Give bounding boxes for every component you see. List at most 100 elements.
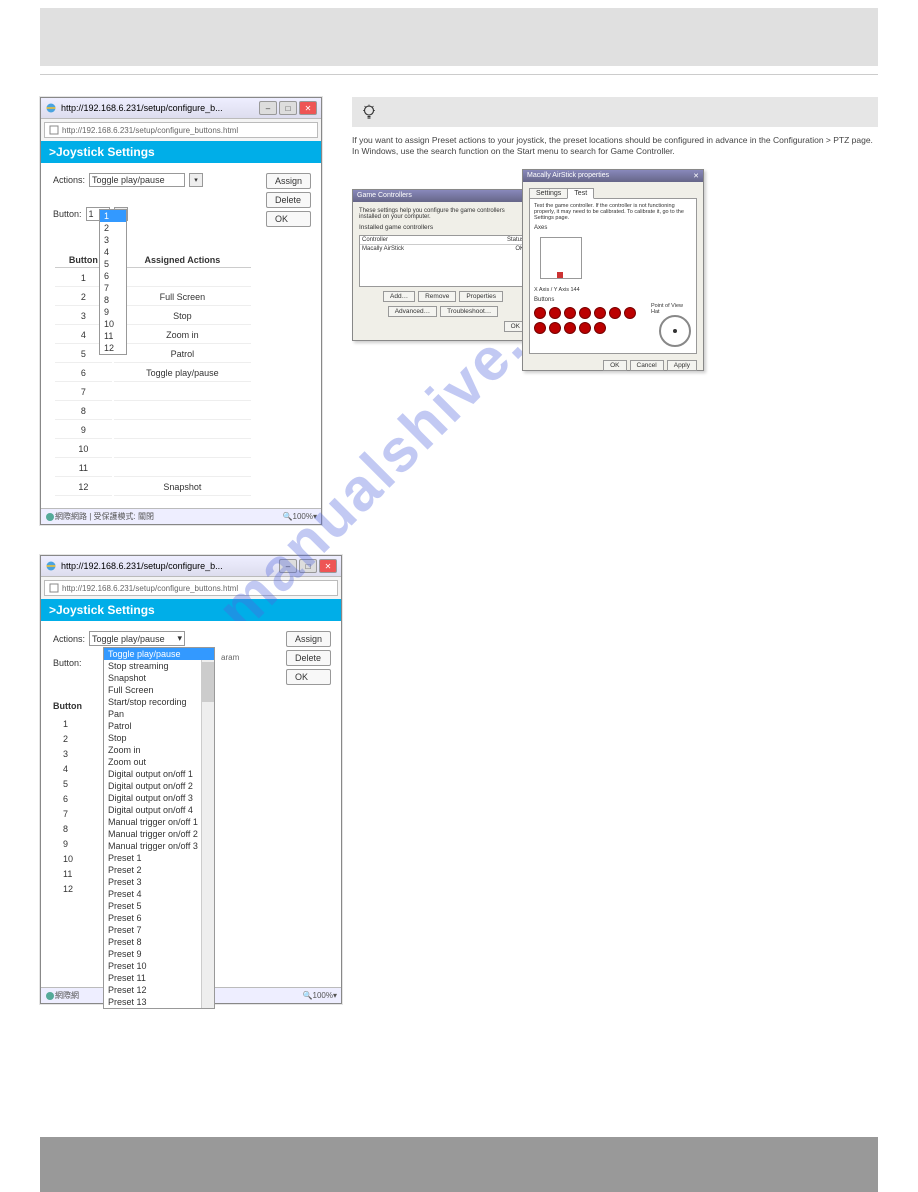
col-actions: Assigned Actions — [114, 253, 251, 268]
button-indicator — [564, 322, 576, 334]
dialog-title: Game Controllers✕ — [353, 190, 533, 202]
actions-label: Actions: — [53, 634, 85, 644]
list-item[interactable]: 2 — [100, 222, 126, 234]
list-item[interactable]: Digital output on/off 4 — [104, 804, 214, 816]
table-row: 7 — [55, 384, 251, 401]
actions-select[interactable]: Toggle play/pause ▾ — [89, 631, 185, 646]
table-row: 10 — [55, 441, 251, 458]
list-item[interactable]: Manual trigger on/off 1 — [104, 816, 214, 828]
list-item[interactable]: 8 — [100, 294, 126, 306]
list-item[interactable]: 4 — [100, 246, 126, 258]
delete-button[interactable]: Delete — [286, 650, 331, 666]
list-item[interactable]: Preset 7 — [104, 924, 214, 936]
minimize-button[interactable]: – — [259, 101, 277, 115]
list-item[interactable]: Preset 2 — [104, 864, 214, 876]
button-number-dropdown[interactable]: 1 2 3 4 5 6 7 8 9 10 11 — [99, 209, 127, 355]
controllers-list[interactable]: ControllerStatus Macally AirStick OK — [359, 235, 527, 287]
chevron-down-icon[interactable]: ▾ — [189, 173, 203, 187]
close-button[interactable]: ✕ — [299, 101, 317, 115]
tab-settings[interactable]: Settings — [529, 188, 568, 199]
list-item[interactable]: Digital output on/off 2 — [104, 780, 214, 792]
list-item[interactable]: 7 — [100, 282, 126, 294]
chevron-down-icon[interactable]: ▾ — [333, 991, 337, 1000]
button-indicator — [609, 307, 621, 319]
list-item[interactable]: Toggle play/pause — [104, 648, 214, 660]
list-item[interactable]: Preset 6 — [104, 912, 214, 924]
list-item[interactable]: Start/stop recording — [104, 696, 214, 708]
maximize-button[interactable]: □ — [299, 559, 317, 573]
list-item[interactable]: 5 — [100, 258, 126, 270]
add-button[interactable]: Add… — [383, 291, 415, 302]
address-bar[interactable]: http://192.168.6.231/setup/configure_but… — [44, 580, 338, 596]
actions-select[interactable]: Toggle play/pause — [89, 173, 185, 187]
apply-button[interactable]: Apply — [667, 360, 697, 371]
list-item[interactable]: Manual trigger on/off 3 — [104, 840, 214, 852]
game-controllers-dialog: Game Controllers✕ These settings help yo… — [352, 189, 534, 341]
list-item[interactable]: Snapshot — [104, 672, 214, 684]
ok-button[interactable]: OK — [603, 360, 626, 371]
list-item[interactable]: Preset 9 — [104, 948, 214, 960]
list-item[interactable]: Stop — [104, 732, 214, 744]
list-item[interactable]: Macally AirStick OK — [360, 245, 526, 253]
tip-box — [352, 97, 878, 127]
col-button: Button — [53, 701, 82, 711]
assign-button[interactable]: Assign — [286, 631, 331, 647]
list-item[interactable]: Preset 5 — [104, 900, 214, 912]
maximize-button[interactable]: □ — [279, 101, 297, 115]
list-item[interactable]: 10 — [100, 318, 126, 330]
list-item[interactable]: Preset 11 — [104, 972, 214, 984]
partial-text: aram — [221, 653, 239, 662]
list-item[interactable]: 12 — [100, 342, 126, 354]
list-item[interactable]: Pan — [104, 708, 214, 720]
list-item[interactable]: Preset 12 — [104, 984, 214, 996]
ok-button[interactable]: OK — [286, 669, 331, 685]
titlebar: http://192.168.6.231/setup/configure_b..… — [41, 98, 321, 119]
list-item[interactable]: 6 — [100, 270, 126, 282]
game-controller-dialogs: Game Controllers✕ These settings help yo… — [352, 169, 707, 369]
list-item[interactable]: Preset 4 — [104, 888, 214, 900]
list-item[interactable]: Preset 1 — [104, 852, 214, 864]
advanced-button[interactable]: Advanced… — [388, 306, 437, 317]
button-indicator — [564, 307, 576, 319]
list-item[interactable]: Full Screen — [104, 684, 214, 696]
cancel-button[interactable]: Cancel — [630, 360, 664, 371]
list-item[interactable]: Preset 10 — [104, 960, 214, 972]
list-item[interactable]: Preset 8 — [104, 936, 214, 948]
assign-button[interactable]: Assign — [266, 173, 311, 189]
minimize-button[interactable]: – — [279, 559, 297, 573]
list-item[interactable]: 1 — [100, 210, 126, 222]
table-row: 11 — [55, 460, 251, 477]
chevron-down-icon[interactable]: ▾ — [313, 512, 317, 521]
list-item[interactable]: Preset 3 — [104, 876, 214, 888]
list-item[interactable]: Zoom out — [104, 756, 214, 768]
title-text: http://192.168.6.231/setup/configure_b..… — [61, 561, 275, 571]
tab-test[interactable]: Test — [567, 188, 594, 199]
scrollbar[interactable] — [201, 660, 214, 1008]
list-item[interactable]: 9 — [100, 306, 126, 318]
close-icon[interactable]: ✕ — [693, 172, 699, 180]
list-item[interactable]: Patrol — [104, 720, 214, 732]
troubleshoot-button[interactable]: Troubleshoot… — [440, 306, 498, 317]
table-row: 1 — [55, 270, 251, 287]
dialog-title: Macally AirStick properties✕ — [523, 170, 703, 182]
properties-button[interactable]: Properties — [459, 291, 503, 302]
list-item[interactable]: Zoom in — [104, 744, 214, 756]
list-item[interactable]: Digital output on/off 3 — [104, 792, 214, 804]
table-row: 4Zoom in — [55, 327, 251, 344]
list-item[interactable]: Preset 13 — [104, 996, 214, 1008]
actions-dropdown-open[interactable]: Toggle play/pause Stop streaming Snapsho… — [103, 647, 215, 1009]
ie-icon — [45, 102, 57, 114]
page-icon — [49, 125, 59, 135]
address-bar[interactable]: http://192.168.6.231/setup/configure_but… — [44, 122, 318, 138]
list-item[interactable]: 11 — [100, 330, 126, 342]
list-item[interactable]: Manual trigger on/off 2 — [104, 828, 214, 840]
list-item[interactable]: 3 — [100, 234, 126, 246]
remove-button[interactable]: Remove — [418, 291, 456, 302]
button-label: Button: — [53, 209, 82, 219]
close-button[interactable]: ✕ — [319, 559, 337, 573]
delete-button[interactable]: Delete — [266, 192, 311, 208]
joystick-popup-2: http://192.168.6.231/setup/configure_b..… — [40, 555, 342, 1004]
list-item[interactable]: Digital output on/off 1 — [104, 768, 214, 780]
list-item[interactable]: Stop streaming — [104, 660, 214, 672]
ok-button[interactable]: OK — [266, 211, 311, 227]
